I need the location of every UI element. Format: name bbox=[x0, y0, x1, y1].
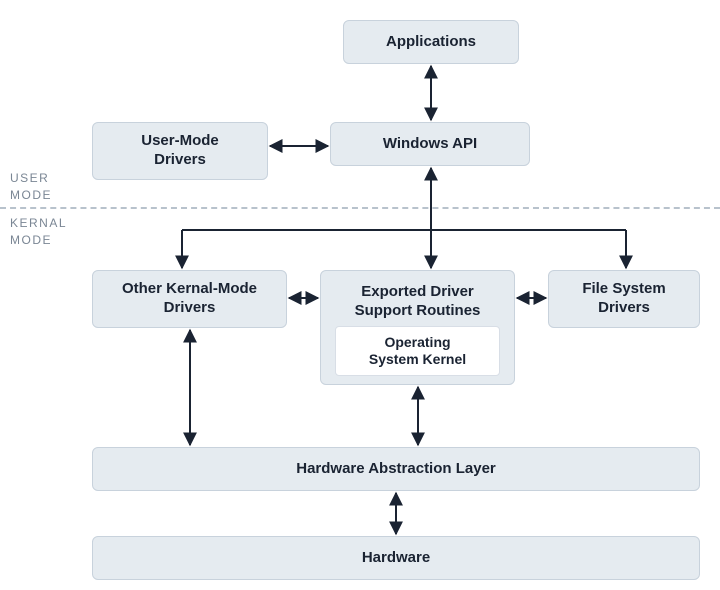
box-hardware: Hardware bbox=[92, 536, 700, 580]
box-windows-api: Windows API bbox=[330, 122, 530, 166]
exported-routines-label: Exported Driver Support Routines bbox=[331, 283, 504, 321]
box-applications: Applications bbox=[343, 20, 519, 64]
mode-divider bbox=[0, 207, 720, 209]
box-hal: Hardware Abstraction Layer bbox=[92, 447, 700, 491]
user-mode-label: USER MODE bbox=[10, 170, 52, 204]
kernel-mode-label: KERNAL MODE bbox=[10, 215, 67, 249]
box-file-system-drivers: File System Drivers bbox=[548, 270, 700, 328]
box-os-kernel: Operating System Kernel bbox=[335, 326, 500, 376]
architecture-diagram: USER MODE KERNAL MODE Applications User-… bbox=[0, 0, 720, 590]
box-other-kernel-drivers: Other Kernal-Mode Drivers bbox=[92, 270, 287, 328]
box-user-mode-drivers: User-Mode Drivers bbox=[92, 122, 268, 180]
